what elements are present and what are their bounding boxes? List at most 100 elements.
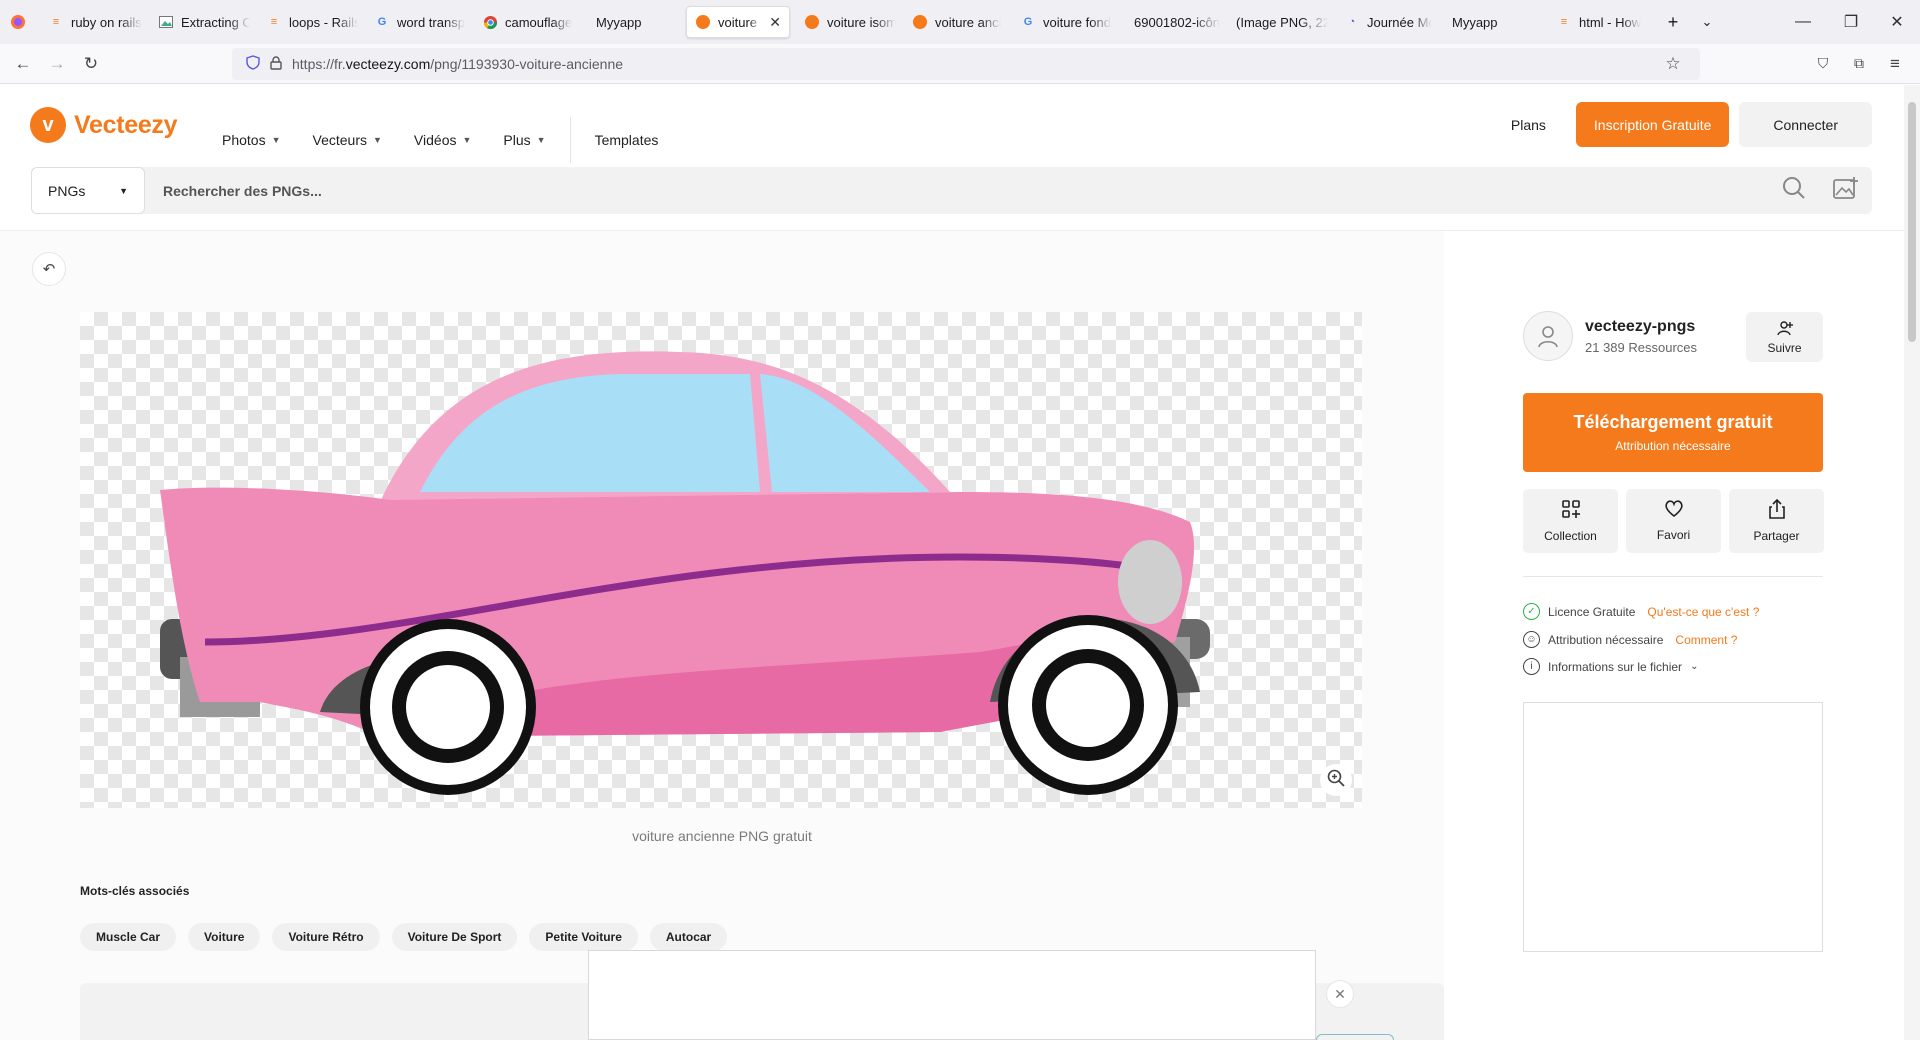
- close-icon: ✕: [1890, 14, 1904, 31]
- undo-arrow-icon: ↶: [42, 261, 56, 278]
- author-name: vecteezy-pngs: [1585, 317, 1696, 335]
- attribution-icon: ☺: [1523, 631, 1540, 648]
- tab-journee[interactable]: ◔ Journée Mo: [1336, 6, 1440, 38]
- tab-voiture-isom[interactable]: voiture isom: [796, 6, 904, 38]
- vecteezy-icon: [804, 14, 820, 30]
- keyword-chip[interactable]: Muscle Car: [80, 923, 177, 951]
- back-to-results-button[interactable]: ↶: [32, 252, 66, 286]
- keyword-chip[interactable]: Voiture De Sport: [391, 923, 518, 951]
- reload-button[interactable]: ↻: [74, 47, 108, 81]
- close-window-button[interactable]: ✕: [1874, 0, 1920, 44]
- tab-voiture-fond[interactable]: Gvoiture fond: [1012, 6, 1120, 38]
- stackoverflow-icon: ≡: [52, 16, 60, 28]
- bottom-ad-banner[interactable]: [588, 950, 1316, 1040]
- keyword-chip[interactable]: Voiture Rétro: [272, 923, 380, 951]
- nav-plus[interactable]: Plus ▼: [503, 132, 545, 148]
- bookmark-star-button[interactable]: ☆: [1656, 47, 1690, 81]
- tab-html-how[interactable]: ≡ html - How: [1548, 6, 1656, 38]
- search-type-select[interactable]: PNGs ▼: [31, 167, 145, 214]
- keywords-title: Mots-clés associés: [80, 884, 190, 898]
- attribution-row: ☺ Attribution nécessaire Comment ?: [1523, 631, 1737, 648]
- search-input[interactable]: [145, 167, 1768, 214]
- header-actions: Plans Inscription Gratuite Connecter: [1511, 102, 1872, 147]
- nav-templates[interactable]: Templates: [595, 132, 659, 148]
- keywords-list: Muscle Car Voiture Voiture Rétro Voiture…: [80, 923, 728, 951]
- zoom-in-icon: [1327, 769, 1345, 792]
- url-bar[interactable]: https://fr.vecteezy.com/png/1193930-voit…: [232, 48, 1700, 80]
- url-text: https://fr.vecteezy.com/png/1193930-voit…: [292, 56, 624, 72]
- image-search-button[interactable]: [1820, 167, 1872, 214]
- tab-loops-rails[interactable]: ≡ loops - Rails: [258, 6, 366, 38]
- tab-myyapp[interactable]: Myyapp: [582, 6, 682, 38]
- attribution-how-link[interactable]: Comment ?: [1675, 633, 1737, 647]
- section-button-edge: [1316, 1034, 1394, 1040]
- avatar: [1523, 311, 1573, 361]
- ad-close-button[interactable]: ✕: [1326, 980, 1354, 1008]
- sidebar-ad[interactable]: [1523, 702, 1823, 952]
- tab-icone[interactable]: 69001802-icône-: [1120, 6, 1228, 38]
- chevron-down-icon: ⌄: [1690, 661, 1699, 672]
- generic-icon: ◔: [1348, 16, 1356, 28]
- tab-voiture-active[interactable]: voiture an✕: [686, 6, 790, 38]
- login-button[interactable]: Connecter: [1739, 102, 1872, 147]
- follow-button[interactable]: Suivre: [1746, 312, 1823, 362]
- file-info-row[interactable]: i Informations sur le fichier ⌄: [1523, 658, 1698, 675]
- tab-list-button[interactable]: ⌄: [1690, 6, 1724, 38]
- free-download-button[interactable]: Téléchargement gratuit Attribution néces…: [1523, 393, 1823, 472]
- firefox-menu[interactable]: [0, 6, 40, 38]
- scrollbar-thumb[interactable]: [1908, 102, 1916, 342]
- chevron-down-icon: ▼: [536, 135, 546, 145]
- tab-camouflage[interactable]: camouflage: [474, 6, 582, 38]
- plans-link[interactable]: Plans: [1511, 117, 1546, 133]
- favorite-button[interactable]: Favori: [1626, 489, 1721, 553]
- keyword-chip[interactable]: Voiture: [188, 923, 261, 951]
- keyword-chip[interactable]: Autocar: [649, 923, 728, 951]
- plus-icon: +: [1667, 11, 1679, 32]
- signup-button[interactable]: Inscription Gratuite: [1575, 102, 1730, 147]
- tab-extracting[interactable]: Extracting C: [150, 6, 258, 38]
- chevron-down-icon: ▼: [119, 185, 128, 196]
- chrome-icon: [482, 14, 498, 30]
- tab-word-transp[interactable]: Gword transp: [366, 6, 474, 38]
- main-nav: Photos ▼ Vecteurs ▼ Vidéos ▼ Plus ▼ Template…: [222, 117, 690, 163]
- google-icon: G: [1023, 16, 1033, 28]
- stackoverflow-icon: ≡: [270, 16, 278, 28]
- restore-icon: ❐: [1843, 14, 1859, 31]
- search-button[interactable]: [1768, 167, 1820, 214]
- nav-vecteurs[interactable]: Vecteurs ▼: [313, 132, 382, 148]
- chevron-down-icon: ⌄: [1701, 14, 1713, 29]
- tab-voiture-anci[interactable]: voiture anci: [904, 6, 1012, 38]
- keyword-chip[interactable]: Petite Voiture: [529, 923, 638, 951]
- image-search-icon: [1833, 176, 1859, 205]
- pocket-button[interactable]: ⛉: [1806, 47, 1840, 81]
- nav-photos[interactable]: Photos ▼: [222, 132, 281, 148]
- extensions-button[interactable]: ⧉: [1842, 47, 1876, 81]
- collection-button[interactable]: Collection: [1523, 489, 1618, 553]
- nav-videos[interactable]: Vidéos ▼: [414, 132, 471, 148]
- license-row: ✓ Licence Gratuite Qu'est-ce que c'est ?: [1523, 603, 1759, 620]
- tab-ruby-on-rails[interactable]: ≡ ruby on rails: [40, 6, 150, 38]
- minimize-button[interactable]: —: [1780, 0, 1826, 44]
- google-icon: G: [377, 16, 387, 28]
- vintage-car-image: [160, 351, 1210, 795]
- author-info[interactable]: vecteezy-pngs 21 389 Ressources: [1523, 311, 1697, 361]
- tab-myyapp-2[interactable]: Myyapp: [1440, 6, 1548, 38]
- chevron-down-icon: ▼: [373, 135, 382, 145]
- vecteezy-logo[interactable]: v Vecteezy: [30, 107, 178, 143]
- search-icon: [1782, 176, 1806, 205]
- check-circle-icon: ✓: [1523, 603, 1540, 620]
- license-info-link[interactable]: Qu'est-ce que c'est ?: [1647, 605, 1759, 619]
- new-tab-button[interactable]: +: [1656, 6, 1690, 38]
- tab-image-png[interactable]: (Image PNG, 22: [1228, 6, 1336, 38]
- share-button[interactable]: Partager: [1729, 489, 1824, 553]
- stackoverflow-icon: ≡: [1560, 16, 1568, 28]
- zoom-button[interactable]: [1320, 764, 1352, 796]
- restore-button[interactable]: ❐: [1828, 0, 1874, 44]
- puzzle-icon: ⧉: [1854, 55, 1864, 71]
- back-button[interactable]: ←: [6, 47, 40, 81]
- forward-button[interactable]: →: [40, 47, 74, 81]
- chevron-down-icon: ▼: [462, 135, 472, 145]
- app-menu-button[interactable]: ≡: [1878, 47, 1912, 81]
- image-caption: voiture ancienne PNG gratuit: [632, 828, 812, 844]
- close-tab-icon[interactable]: ✕: [769, 14, 781, 31]
